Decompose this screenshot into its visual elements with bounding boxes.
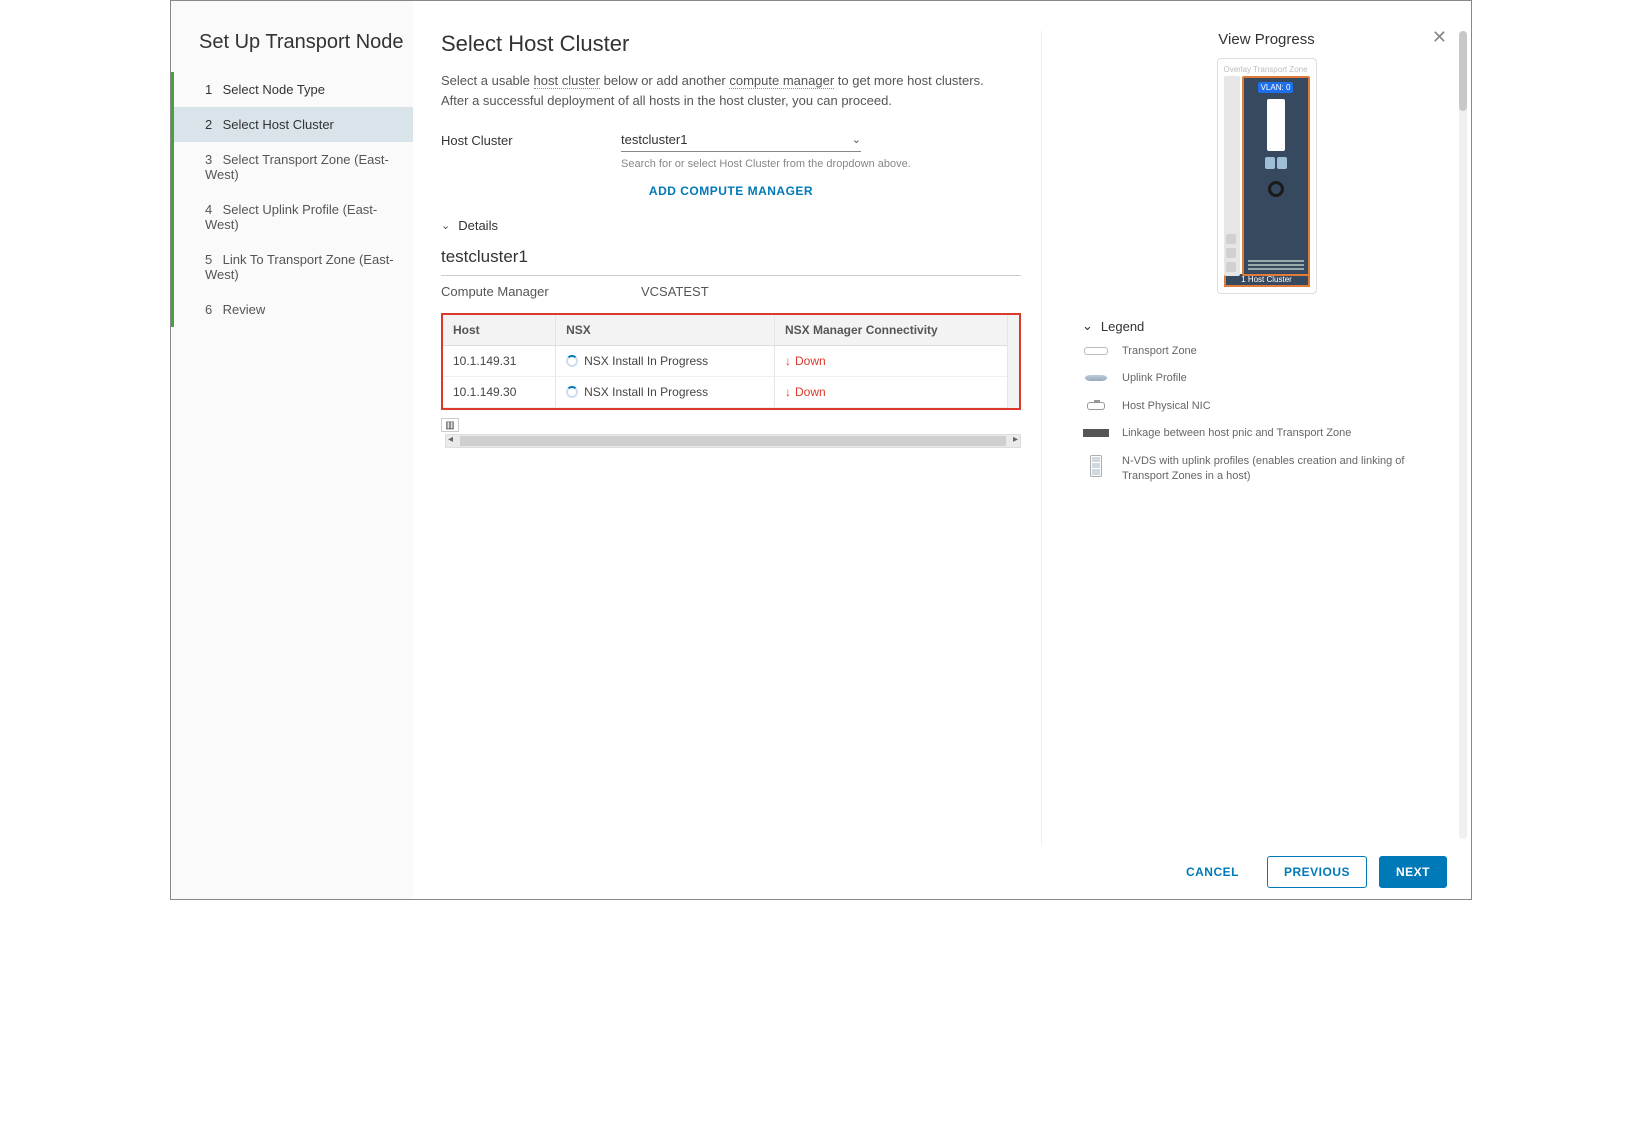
hosts-table-highlight: Host NSX NSX Manager Connectivity 10.1.1…: [441, 313, 1021, 410]
diagram-host-cluster: VLAN: 0: [1242, 76, 1310, 276]
host-cluster-value: testcluster1: [621, 132, 687, 147]
hosts-table: Host NSX NSX Manager Connectivity 10.1.1…: [443, 315, 1007, 408]
step-select-uplink-profile[interactable]: 4 Select Uplink Profile (East-West): [174, 192, 413, 242]
step-review[interactable]: 6 Review: [174, 292, 413, 327]
wizard-main: ✕ Select Host Cluster Select a usable ho…: [413, 1, 1471, 899]
compute-manager-label: Compute Manager: [441, 284, 641, 299]
legend-item: Transport Zone: [1082, 344, 1451, 359]
host-nic-icon: [1087, 402, 1105, 410]
down-arrow-icon: ↓: [785, 385, 791, 399]
down-arrow-icon: ↓: [785, 354, 791, 368]
table-row[interactable]: 10.1.149.30 NSX Install In Progress ↓Dow…: [443, 377, 1007, 408]
host-cluster-label: Host Cluster: [441, 133, 621, 148]
progress-diagram: Overlay Transport Zone VLAN: 0: [1217, 58, 1317, 294]
cluster-name: testcluster1: [441, 247, 1021, 276]
diagram-zone-label: Overlay Transport Zone: [1224, 65, 1310, 74]
legend-item: Linkage between host pnic and Transport …: [1082, 426, 1451, 441]
right-pane: View Progress Overlay Transport Zone VLA…: [1041, 31, 1451, 899]
legend-toggle[interactable]: ⌄ Legend: [1082, 318, 1451, 334]
next-button[interactable]: NEXT: [1379, 856, 1447, 888]
host-cluster-select[interactable]: testcluster1 ⌄: [621, 128, 861, 152]
nvds-icon: [1090, 455, 1102, 477]
main-scrollbar[interactable]: [1459, 31, 1467, 839]
diagram-left-column: [1224, 76, 1240, 276]
details-toggle[interactable]: ⌄ Details: [441, 218, 1021, 233]
wizard-dialog: Set Up Transport Node 1 Select Node Type…: [170, 0, 1472, 900]
step-select-node-type[interactable]: 1 Select Node Type: [174, 72, 413, 107]
ring-icon: [1268, 181, 1284, 197]
host-cluster-term: host cluster: [534, 73, 600, 89]
host-cluster-helper: Search for or select Host Cluster from t…: [621, 158, 1021, 170]
spinner-icon: [566, 386, 578, 398]
previous-button[interactable]: PREVIOUS: [1267, 856, 1367, 888]
uplink-profile-icon: [1085, 375, 1107, 381]
compute-manager-value: VCSATEST: [641, 284, 709, 299]
cell-connectivity: ↓Down: [775, 346, 1008, 377]
wizard-title: Set Up Transport Node: [171, 31, 413, 72]
close-icon[interactable]: ✕: [1432, 27, 1447, 48]
cell-nsx: NSX Install In Progress: [556, 346, 775, 377]
cell-connectivity: ↓Down: [775, 377, 1008, 408]
table-row[interactable]: 10.1.149.31 NSX Install In Progress ↓Dow…: [443, 346, 1007, 377]
transport-zone-icon: [1084, 347, 1108, 355]
chevron-down-icon: ⌄: [1082, 318, 1093, 334]
add-compute-manager-link[interactable]: ADD COMPUTE MANAGER: [441, 184, 1021, 198]
legend-list: Transport Zone Uplink Profile Host Physi…: [1082, 344, 1451, 484]
legend-item: Host Physical NIC: [1082, 399, 1451, 414]
table-vertical-scrollbar[interactable]: [1007, 315, 1019, 408]
legend-item: Uplink Profile: [1082, 371, 1451, 386]
cell-host: 10.1.149.31: [443, 346, 556, 377]
cell-host: 10.1.149.30: [443, 377, 556, 408]
cell-nsx: NSX Install In Progress: [556, 377, 775, 408]
col-connectivity[interactable]: NSX Manager Connectivity: [775, 315, 1008, 346]
step-link-to-transport-zone[interactable]: 5 Link To Transport Zone (East-West): [174, 242, 413, 292]
page-title: Select Host Cluster: [441, 31, 1021, 57]
chevron-down-icon: ⌄: [852, 133, 861, 146]
col-host[interactable]: Host: [443, 315, 556, 346]
column-picker-icon[interactable]: ▥: [441, 418, 459, 432]
step-select-transport-zone[interactable]: 3 Select Transport Zone (East-West): [174, 142, 413, 192]
chevron-down-icon: ⌄: [441, 219, 450, 232]
legend-item: N-VDS with uplink profiles (enables crea…: [1082, 454, 1451, 485]
spinner-icon: [566, 355, 578, 367]
page-description: Select a usable host cluster below or ad…: [441, 71, 1001, 110]
table-horizontal-scrollbar[interactable]: [445, 434, 1021, 448]
wizard-steps: 1 Select Node Type 2 Select Host Cluster…: [174, 72, 413, 327]
wizard-footer: CANCEL PREVIOUS NEXT: [413, 845, 1471, 899]
view-progress-title: View Progress: [1082, 31, 1451, 48]
step-select-host-cluster[interactable]: 2 Select Host Cluster: [174, 107, 413, 142]
cancel-button[interactable]: CANCEL: [1170, 857, 1255, 887]
vlan-badge: VLAN: 0: [1258, 82, 1294, 93]
linkage-icon: [1083, 429, 1109, 437]
compute-manager-term: compute manager: [729, 73, 834, 89]
col-nsx[interactable]: NSX: [556, 315, 775, 346]
wizard-sidebar: Set Up Transport Node 1 Select Node Type…: [171, 1, 413, 899]
